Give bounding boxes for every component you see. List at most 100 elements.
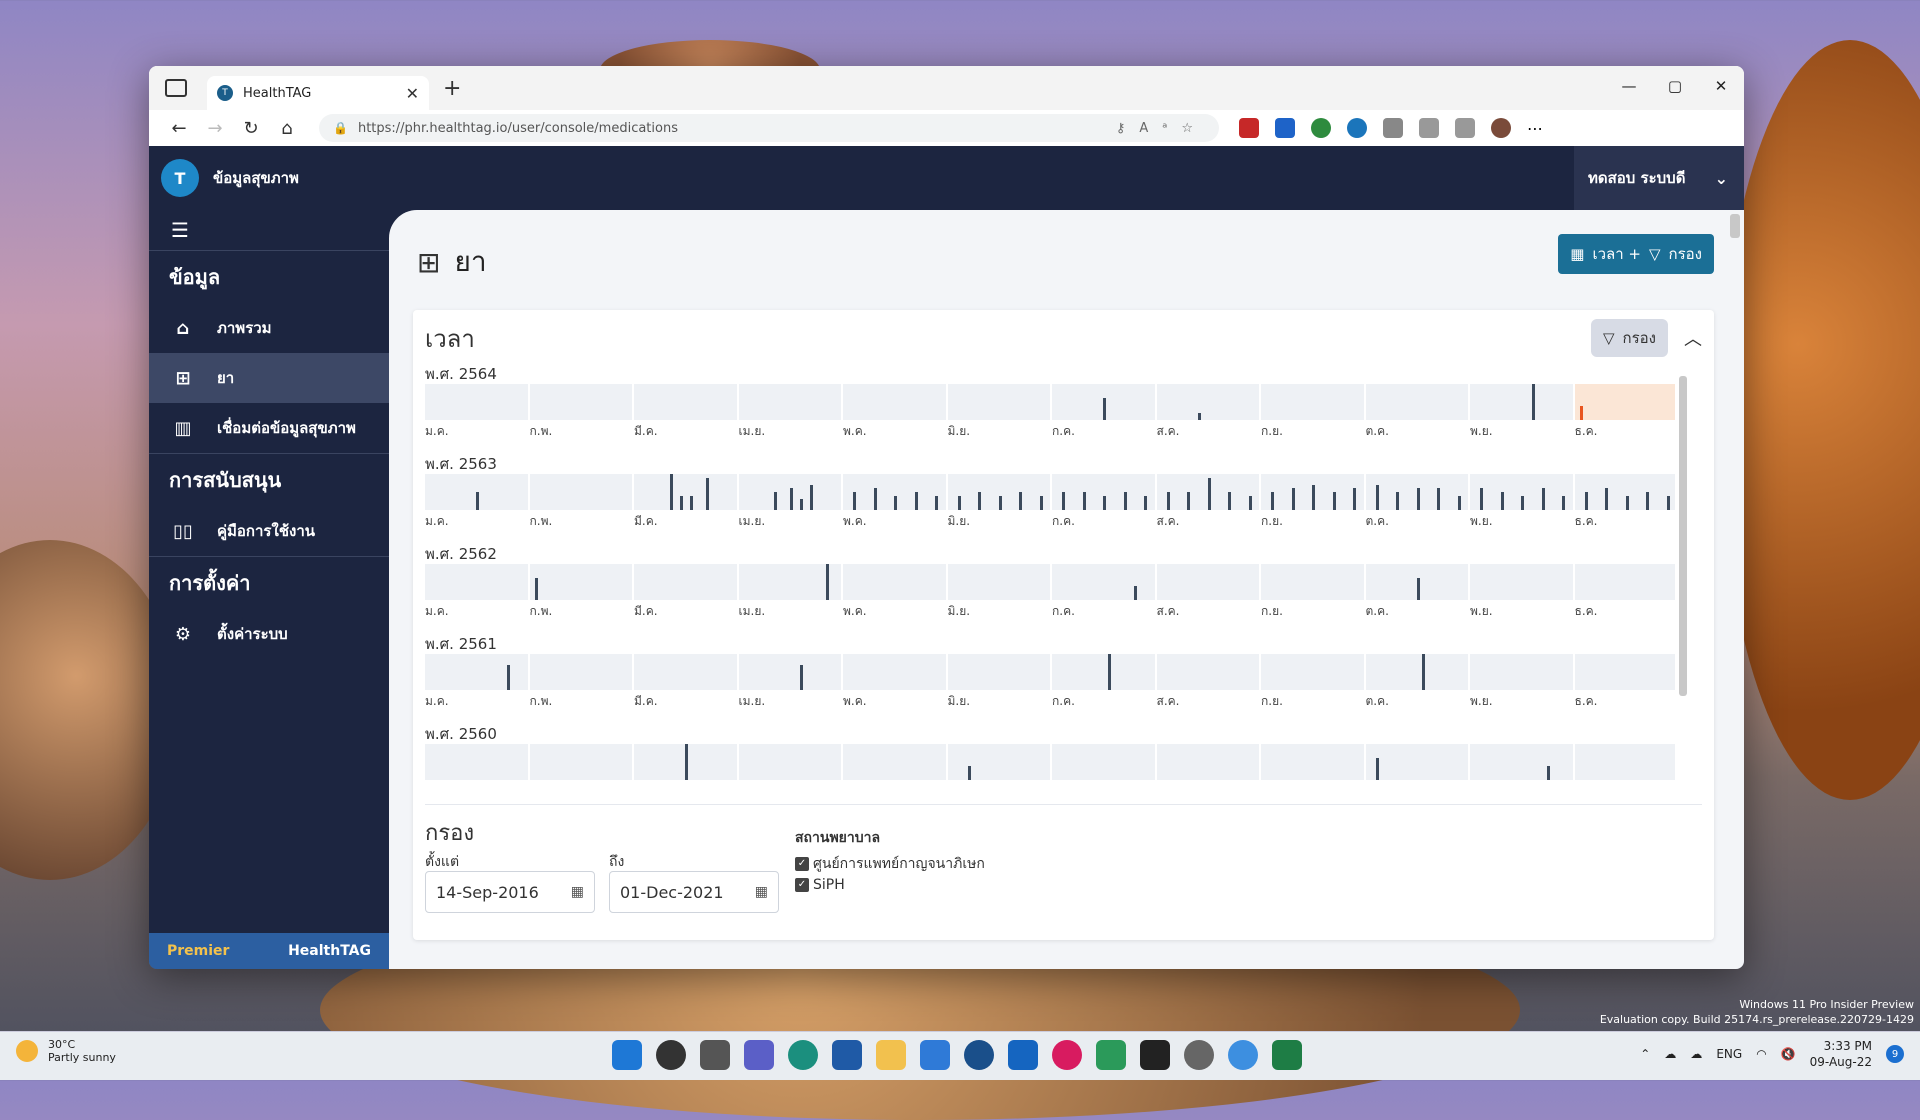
medication-event-bar[interactable] [774,492,778,510]
medication-event-bar[interactable] [1480,488,1484,510]
search-icon[interactable] [656,1040,686,1070]
file-explorer-icon[interactable] [876,1040,906,1070]
medication-event-bar[interactable] [1123,492,1127,510]
medication-event-bar[interactable] [1584,492,1588,510]
month-cell[interactable] [529,654,632,690]
medication-event-bar[interactable] [1271,492,1275,510]
month-cell[interactable] [1156,744,1259,780]
medication-event-bar[interactable] [1416,578,1420,600]
todo-icon[interactable] [920,1040,950,1070]
sidebar-item[interactable]: ▯▯ คู่มือการใช้งาน [149,506,389,556]
medication-event-bar[interactable] [1228,492,1232,510]
medication-event-bar[interactable] [1103,398,1107,420]
task-view-icon[interactable] [700,1040,730,1070]
medication-event-bar[interactable] [1291,488,1295,510]
close-window-button[interactable]: ✕ [1698,66,1744,106]
month-cell[interactable] [634,384,737,420]
month-cell[interactable] [1261,654,1364,690]
tab-actions-icon[interactable] [165,79,187,97]
month-cell[interactable] [843,744,946,780]
medication-event-bar[interactable] [534,578,538,600]
medication-event-bar[interactable] [853,492,857,510]
calendar-icon[interactable]: ▦ [571,884,584,900]
month-cell[interactable] [1156,654,1259,690]
medication-event-bar[interactable] [690,496,694,510]
month-cell[interactable] [1574,744,1675,780]
month-cell[interactable] [843,384,946,420]
medication-event-bar[interactable] [705,478,709,510]
favorites-icon[interactable] [1419,118,1439,138]
sidebar-item[interactable]: ⊞ ยา [149,353,389,403]
forward-button[interactable]: → [197,118,233,139]
clock[interactable]: 3:33 PM 09-Aug-22 [1810,1038,1872,1070]
collections-icon[interactable] [1455,118,1475,138]
medication-event-bar[interactable] [1646,492,1650,510]
month-cell[interactable] [425,654,528,690]
month-cell[interactable] [1052,744,1155,780]
lock-icon[interactable]: 🔒 [333,121,348,135]
medication-event-bar[interactable] [1541,488,1545,510]
timeline-scroll-thumb[interactable] [1679,376,1687,696]
more-menu-icon[interactable]: ⋯ [1527,119,1543,138]
globe-extension-icon[interactable] [1311,118,1331,138]
excel-icon[interactable] [1272,1040,1302,1070]
month-cell[interactable] [425,384,528,420]
medication-event-bar[interactable] [1375,758,1379,780]
medication-event-bar[interactable] [998,496,1002,510]
medication-event-bar[interactable] [1108,654,1112,690]
month-cell[interactable] [1574,564,1675,600]
medication-event-bar[interactable] [1457,496,1461,510]
cloud-icon[interactable]: ☁ [1664,1047,1676,1061]
month-cell[interactable] [1574,474,1675,510]
store-icon[interactable] [832,1040,862,1070]
medication-event-bar[interactable] [1546,766,1550,780]
month-cell[interactable] [1470,564,1573,600]
wifi-icon[interactable]: ◠ [1756,1047,1766,1061]
medication-event-bar[interactable] [476,492,480,510]
ublock-extension-icon[interactable] [1239,118,1259,138]
medication-event-bar[interactable] [894,496,898,510]
medication-event-bar[interactable] [1625,496,1629,510]
vscode-icon[interactable] [1096,1040,1126,1070]
medication-event-bar[interactable] [1353,488,1357,510]
medication-event-bar[interactable] [1207,478,1211,510]
medication-event-bar[interactable] [685,744,689,780]
sidebar-item[interactable]: ⚙ ตั้งค่าระบบ [149,609,389,659]
address-actions-icon[interactable]: ⚷Aᵃ☆ [1116,121,1219,136]
month-cell[interactable] [1261,564,1364,600]
medication-event-bar[interactable] [1187,492,1191,510]
refresh-button[interactable]: ↻ [233,118,269,139]
month-cell[interactable] [947,654,1050,690]
month-cell[interactable] [529,744,632,780]
pen-extension-icon[interactable] [1275,118,1295,138]
hamburger-menu-icon[interactable]: ☰ [149,210,389,251]
medication-event-bar[interactable] [1666,496,1670,510]
onedrive-icon[interactable]: ☁ [1690,1047,1702,1061]
page-scrollbar[interactable] [1730,214,1740,238]
chevron-up-icon[interactable]: ︿ [1684,325,1702,351]
medication-event-bar[interactable] [935,496,939,510]
medication-event-bar[interactable] [1500,492,1504,510]
medication-event-bar[interactable] [1521,496,1525,510]
medication-event-bar[interactable] [1396,492,1400,510]
month-cell[interactable] [947,564,1050,600]
medication-event-bar[interactable] [1605,488,1609,510]
medication-event-bar[interactable] [914,492,918,510]
timeline-scrollbar[interactable] [1677,362,1689,782]
medication-event-bar[interactable] [800,499,803,510]
month-cell[interactable] [1470,654,1573,690]
medication-event-bar[interactable] [1039,496,1043,510]
medication-event-bar[interactable] [1166,492,1170,510]
music-app-icon[interactable] [1052,1040,1082,1070]
medication-event-bar[interactable] [1197,413,1201,420]
month-cell[interactable] [1156,564,1259,600]
month-cell[interactable] [738,654,841,690]
medication-event-bar[interactable] [669,474,673,510]
sidebar-item[interactable]: ⌂ ภาพรวม [149,303,389,353]
month-cell[interactable] [1052,564,1155,600]
medication-event-bar[interactable] [1416,488,1420,510]
medication-event-bar[interactable] [680,496,684,510]
weather-widget[interactable]: 30°C Partly sunny [16,1038,116,1064]
month-cell[interactable] [1365,654,1468,690]
chevron-up-icon[interactable]: ⌃ [1640,1047,1650,1061]
